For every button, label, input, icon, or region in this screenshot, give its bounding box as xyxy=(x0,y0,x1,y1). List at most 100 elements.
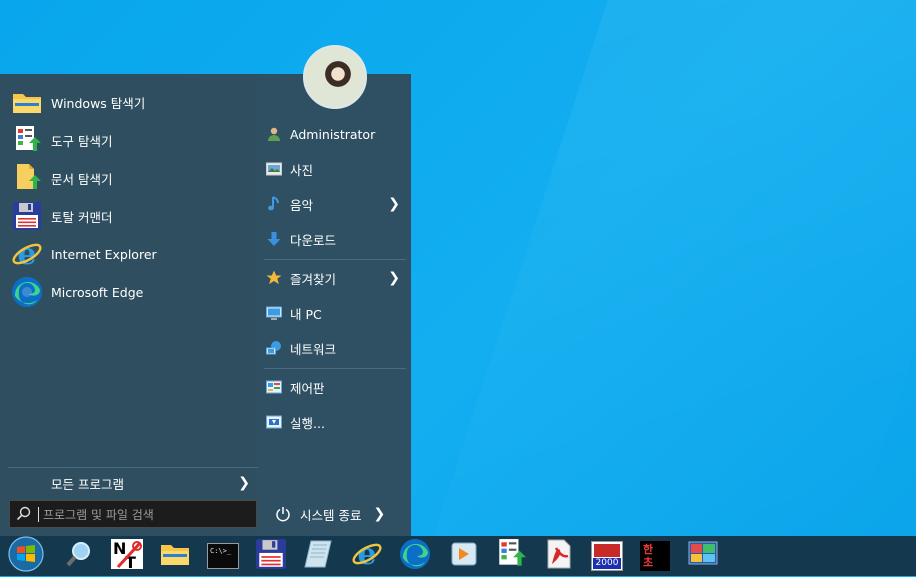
right-item-label: 사진 xyxy=(290,162,314,178)
pinned-item-label: 문서 탐색기 xyxy=(51,171,113,187)
floppy-icon xyxy=(10,200,44,232)
network-icon xyxy=(264,338,284,358)
download-icon xyxy=(264,229,284,249)
chevron-right-icon: ❯ xyxy=(388,196,400,212)
svg-text:e: e xyxy=(357,538,376,570)
right-item-label: 즐겨찾기 xyxy=(290,271,337,287)
pinned-item-windows-explorer[interactable]: Windows 탐색기 xyxy=(10,85,250,119)
favorites-star-icon xyxy=(264,268,284,288)
right-item-music[interactable]: 음악 ❯ xyxy=(264,189,406,219)
taskbar-search-button[interactable] xyxy=(58,538,100,574)
taskbar-system-monitor[interactable] xyxy=(682,538,724,574)
shutdown-label: 시스템 종료 xyxy=(300,507,362,523)
right-item-favorites[interactable]: 즐겨찾기 ❯ xyxy=(264,263,406,293)
pinned-item-label: Windows 탐색기 xyxy=(51,95,146,111)
taskbar-total-commander[interactable] xyxy=(250,538,292,574)
run-icon xyxy=(264,412,284,432)
taskbar-internet-explorer[interactable]: e xyxy=(346,537,388,574)
start-orb-icon xyxy=(7,535,45,577)
pinned-item-label: 토탈 커맨더 xyxy=(51,209,113,225)
pinned-item-internet-explorer[interactable]: e Internet Explorer xyxy=(10,237,250,271)
right-item-pictures[interactable]: 사진 xyxy=(264,154,406,184)
right-item-administrator[interactable]: Administrator xyxy=(264,119,406,149)
taskbar: NT C:\>_ e 2000 한 초 xyxy=(0,536,916,576)
pinned-item-label: 도구 탐색기 xyxy=(51,133,113,149)
edge-icon xyxy=(399,538,431,574)
chevron-right-icon: ❯ xyxy=(373,506,386,522)
pinned-item-label: Microsoft Edge xyxy=(51,284,144,300)
tool-explorer-icon xyxy=(10,124,44,156)
right-item-label: Administrator xyxy=(290,126,376,142)
command-prompt-icon: C:\>_ xyxy=(207,543,239,569)
taskbar-app-2000[interactable]: 2000 xyxy=(586,538,628,574)
right-item-label: 네트워크 xyxy=(290,341,337,357)
start-menu-right-panel: Administrator 사진 음악 ❯ 다운로드 즐겨찾기 ❯ 내 PC 네… xyxy=(258,74,411,536)
taskbar-hangul[interactable]: 한 초 xyxy=(634,538,676,574)
search-input[interactable]: 프로그램 및 파일 검색 xyxy=(9,500,257,528)
notepad-tool-icon: NT xyxy=(110,537,144,575)
shutdown-button[interactable]: 시스템 종료 ❯ xyxy=(264,500,406,528)
taskbar-file-explorer[interactable] xyxy=(154,538,196,574)
desktop-background-light xyxy=(432,0,916,540)
floppy-icon xyxy=(255,538,287,574)
media-player-icon xyxy=(448,539,478,573)
power-icon xyxy=(272,506,294,522)
pdf-icon xyxy=(544,538,574,574)
document-explorer-icon xyxy=(10,162,44,194)
all-programs-button[interactable]: 모든 프로그램 ❯ xyxy=(8,467,258,498)
pinned-item-tool-explorer[interactable]: 도구 탐색기 xyxy=(10,123,250,157)
menu-separator xyxy=(264,368,406,369)
start-button[interactable] xyxy=(6,536,46,576)
hangul-label: 한 초 xyxy=(643,543,654,569)
search-placeholder: 프로그램 및 파일 검색 xyxy=(43,507,154,522)
search-magnifier-icon xyxy=(64,539,94,573)
right-item-label: 실행... xyxy=(290,415,325,431)
right-item-label: 다운로드 xyxy=(290,232,337,248)
taskbar-pdf-reader[interactable] xyxy=(538,538,580,574)
start-menu-left-panel: Windows 탐색기 도구 탐색기 문서 탐색기 토탈 커맨더 e Inter… xyxy=(0,74,260,536)
music-icon xyxy=(264,194,284,214)
taskbar-tool-explorer[interactable] xyxy=(490,538,532,574)
folder-icon xyxy=(159,541,191,571)
command-prompt-text: C:\>_ xyxy=(210,547,232,555)
right-item-label: 음악 xyxy=(290,197,314,213)
start-menu: Windows 탐색기 도구 탐색기 문서 탐색기 토탈 커맨더 e Inter… xyxy=(0,74,411,536)
taskbar-microsoft-edge[interactable] xyxy=(394,538,436,574)
pinned-item-label: Internet Explorer xyxy=(51,246,157,262)
right-item-run[interactable]: 실행... xyxy=(264,407,406,437)
app-2000-icon: 2000 xyxy=(591,541,623,571)
taskbar-notes[interactable] xyxy=(298,538,340,574)
pictures-icon xyxy=(264,159,284,179)
right-item-label: 내 PC xyxy=(290,306,322,322)
user-icon xyxy=(264,124,284,144)
right-item-this-pc[interactable]: 내 PC xyxy=(264,298,406,328)
user-avatar[interactable] xyxy=(303,45,367,109)
taskbar-notepad-tool[interactable]: NT xyxy=(106,538,148,574)
internet-explorer-icon: e xyxy=(10,238,44,270)
right-item-control-panel[interactable]: 제어판 xyxy=(264,372,406,402)
right-item-label: 제어판 xyxy=(290,380,325,396)
internet-explorer-icon: e xyxy=(351,537,383,574)
text-cursor xyxy=(38,506,39,522)
svg-text:e: e xyxy=(17,238,36,270)
taskbar-command-prompt[interactable]: C:\>_ xyxy=(202,538,244,574)
computer-icon xyxy=(264,303,284,323)
search-icon xyxy=(10,506,38,522)
chevron-right-icon: ❯ xyxy=(238,475,250,491)
right-item-downloads[interactable]: 다운로드 xyxy=(264,224,406,254)
pinned-item-total-commander[interactable]: 토탈 커맨더 xyxy=(10,199,250,233)
taskbar-media-player[interactable] xyxy=(442,538,484,574)
menu-separator xyxy=(264,259,406,260)
edge-icon xyxy=(10,276,44,308)
all-programs-label: 모든 프로그램 xyxy=(51,476,124,492)
folder-icon xyxy=(10,86,44,118)
app-2000-emblem xyxy=(594,544,620,557)
app-2000-label: 2000 xyxy=(593,558,621,569)
control-panel-icon xyxy=(264,377,284,397)
pinned-item-document-explorer[interactable]: 문서 탐색기 xyxy=(10,161,250,195)
notes-icon xyxy=(303,539,335,573)
pinned-item-microsoft-edge[interactable]: Microsoft Edge xyxy=(10,275,250,309)
hangul-icon: 한 초 xyxy=(640,541,670,571)
chevron-right-icon: ❯ xyxy=(388,270,400,286)
right-item-network[interactable]: 네트워크 xyxy=(264,333,406,363)
